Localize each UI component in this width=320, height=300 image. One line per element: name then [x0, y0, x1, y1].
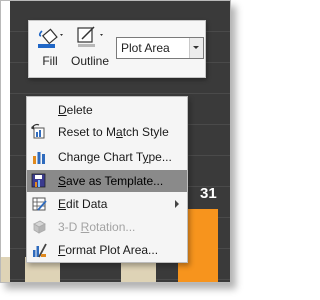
menu-item-label: Reset to Match Style — [58, 125, 169, 139]
paint-bucket-icon — [35, 25, 65, 49]
menu-item-edit-data[interactable]: Edit Data — [27, 193, 187, 215]
menu-item-delete[interactable]: Delete — [27, 99, 187, 121]
data-label: 31 — [200, 185, 217, 202]
chart-element-selector-value: Plot Area — [121, 41, 170, 55]
chart-bar[interactable] — [1, 257, 10, 282]
3d-rotation-icon — [30, 218, 48, 236]
format-plot-area-icon — [30, 241, 48, 259]
fill-button[interactable]: Fill — [35, 25, 65, 68]
context-menu: Delete Reset to Match Style Change Chart… — [26, 96, 188, 263]
menu-item-label: Delete — [58, 103, 93, 117]
menu-item-label: 3-D Rotation... — [58, 220, 136, 234]
menu-item-save-as-template[interactable]: Save as Template... — [27, 170, 187, 192]
mini-toolbar: Fill Outline Plot Area — [28, 20, 206, 78]
menu-item-3d-rotation: 3-D Rotation... — [27, 216, 187, 238]
chevron-right-icon — [175, 200, 179, 208]
menu-item-format-plot-area[interactable]: Format Plot Area... — [27, 239, 187, 261]
screenshot-frame: 31 Fill Outline Plot Area Delete Reset t… — [0, 0, 231, 283]
fill-label: Fill — [42, 54, 58, 68]
outline-button[interactable]: Outline — [70, 25, 110, 68]
reset-style-icon — [30, 123, 48, 141]
outline-label: Outline — [70, 54, 110, 68]
menu-item-label: Edit Data — [58, 197, 108, 211]
dropdown-button[interactable] — [189, 38, 203, 58]
menu-item-label: Save as Template... — [58, 174, 164, 188]
menu-item-label: Change Chart Type... — [58, 150, 172, 164]
chart-element-selector[interactable]: Plot Area — [116, 37, 204, 59]
menu-item-change-chart-type[interactable]: Change Chart Type... — [27, 146, 187, 168]
edit-data-icon — [30, 195, 48, 213]
save-template-icon — [30, 172, 48, 190]
chevron-down-icon — [193, 46, 199, 49]
menu-item-reset-style[interactable]: Reset to Match Style — [27, 121, 187, 143]
menu-item-label: Format Plot Area... — [58, 243, 159, 257]
pen-outline-icon — [70, 25, 110, 49]
change-chart-type-icon — [30, 148, 48, 166]
